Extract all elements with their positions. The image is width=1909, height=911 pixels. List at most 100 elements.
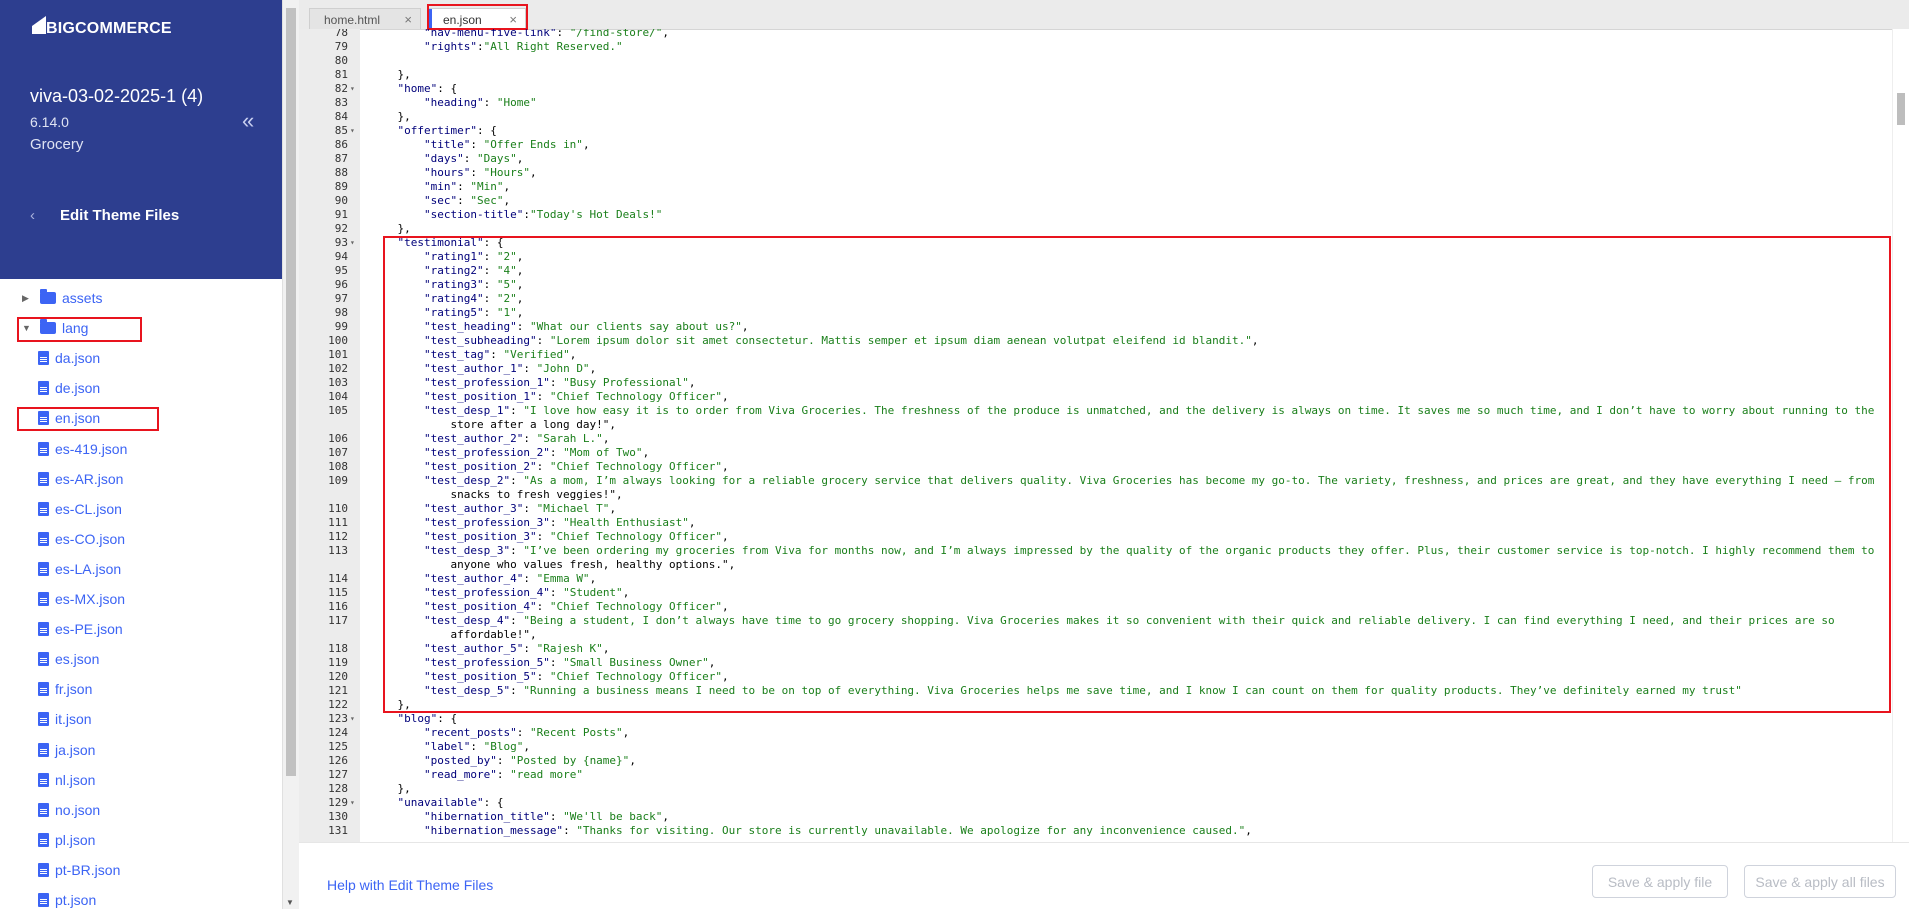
highlight-lang-folder	[17, 317, 142, 342]
caret-right-icon[interactable]: ▶	[22, 293, 29, 304]
line-number: 84	[334, 110, 348, 123]
file-item[interactable]: es-419.json	[38, 438, 127, 460]
file-item[interactable]: es-AR.json	[38, 468, 123, 490]
file-item[interactable]: da.json	[38, 347, 100, 369]
line-number: 128	[328, 782, 348, 795]
tree-item-label: es-LA.json	[55, 560, 122, 577]
scroll-down-icon[interactable]: ▼	[286, 898, 294, 907]
code-text: "offertimer": {	[397, 124, 497, 137]
double-chevron-left-icon[interactable]: «	[242, 108, 254, 134]
line-number: 97	[334, 292, 348, 305]
edit-theme-files-label: Edit Theme Files	[60, 207, 180, 224]
fold-icon[interactable]: ▾	[350, 124, 355, 138]
file-item[interactable]: es-LA.json	[38, 558, 121, 580]
file-item[interactable]: pt.json	[38, 889, 96, 911]
file-icon	[38, 862, 49, 877]
editor-scrollbar[interactable]	[1892, 29, 1909, 842]
line-number: 123	[328, 712, 348, 725]
sidebar-header: BIGCOMMERCE viva-03-02-2025-1 (4) 6.14.0…	[0, 0, 282, 279]
code-line: 84 },	[299, 110, 1893, 124]
fold-icon[interactable]: ▾	[350, 236, 355, 250]
fold-icon[interactable]: ▾	[350, 712, 355, 726]
line-number: 102	[328, 362, 348, 375]
line-number: 108	[328, 460, 348, 473]
code-text: "section-title":"Today's Hot Deals!"	[423, 208, 663, 221]
line-number: 92	[334, 222, 348, 235]
folder-assets[interactable]: ▶ assets	[22, 287, 103, 309]
file-icon	[38, 832, 49, 847]
file-item[interactable]: de.json	[38, 377, 100, 399]
editor-scrollbar-thumb[interactable]	[1897, 93, 1905, 125]
tab-label: home.html	[324, 13, 381, 27]
code-line: 87 "days": "Days",	[299, 152, 1893, 166]
file-item[interactable]: es-PE.json	[38, 618, 123, 640]
code-line: 126 "posted_by": "Posted by {name}",	[299, 754, 1893, 768]
close-icon[interactable]: ×	[404, 12, 412, 27]
help-link[interactable]: Help with Edit Theme Files	[327, 877, 493, 893]
file-item[interactable]: no.json	[38, 799, 100, 821]
line-number: 95	[334, 264, 348, 277]
code-text: "min": "Min",	[423, 180, 511, 193]
sidebar-scrollbar[interactable]: ▼	[282, 0, 299, 909]
line-number: 99	[334, 320, 348, 333]
save-apply-all-files-button[interactable]: Save & apply all files	[1744, 865, 1896, 898]
line-number: 120	[328, 670, 348, 683]
tree-item-label: no.json	[55, 801, 101, 818]
code-text: },	[371, 782, 411, 795]
code-line: 82 ▾ "home": {	[299, 82, 1893, 96]
fold-icon[interactable]: ▾	[350, 82, 355, 96]
file-item[interactable]: es-CO.json	[38, 528, 125, 550]
code-line: 91 "section-title":"Today's Hot Deals!"	[299, 208, 1893, 222]
code-text: "hours": "Hours",	[423, 166, 537, 179]
code-text: "blog": {	[397, 712, 458, 725]
sidebar-scrollbar-thumb[interactable]	[286, 8, 296, 776]
file-icon	[38, 652, 49, 667]
code-text: },	[371, 110, 411, 123]
file-icon	[38, 561, 49, 576]
tree-item-label: assets	[62, 290, 103, 306]
line-number: 110	[328, 502, 348, 515]
line-number: 79	[334, 40, 348, 53]
save-apply-file-button[interactable]: Save & apply file	[1592, 865, 1728, 898]
edit-theme-files-link[interactable]: ‹ Edit Theme Files	[30, 207, 179, 224]
code-line: 131 "hibernation_message": "Thanks for v…	[299, 824, 1893, 838]
line-number: 130	[328, 810, 348, 823]
file-item[interactable]: es-CL.json	[38, 498, 122, 520]
line-number: 101	[328, 348, 348, 361]
file-item[interactable]: fr.json	[38, 678, 92, 700]
tab-home-html[interactable]: home.html ×	[309, 8, 421, 29]
file-item[interactable]: ja.json	[38, 739, 95, 761]
file-item[interactable]: es.json	[38, 648, 99, 670]
code-line: 92 },	[299, 222, 1893, 236]
file-item[interactable]: nl.json	[38, 769, 95, 791]
file-icon	[38, 531, 49, 546]
file-item[interactable]: pt-BR.json	[38, 859, 120, 881]
line-number: 131	[328, 824, 348, 837]
file-item[interactable]: es-MX.json	[38, 588, 125, 610]
code-text: "heading": "Home"	[423, 96, 537, 109]
line-number: 107	[328, 446, 348, 459]
line-number: 116	[328, 600, 348, 613]
file-icon	[38, 682, 49, 697]
line-number: 91	[334, 208, 348, 221]
line-number: 94	[334, 250, 348, 263]
tree-item-label: de.json	[55, 380, 101, 397]
highlight-testimonial-block	[383, 236, 1891, 713]
line-number: 112	[328, 530, 348, 543]
editor-area: home.html × en.json × 78 "nav-menu-five-…	[299, 0, 1909, 910]
code-text: "rights":"All Right Reserved."	[423, 40, 623, 53]
brand-logo: BIGCOMMERCE	[46, 20, 172, 38]
code-text: "days": "Days",	[423, 152, 524, 165]
line-number: 115	[328, 586, 348, 599]
file-item[interactable]: pl.json	[38, 829, 95, 851]
tree-item-label: es-CL.json	[55, 500, 122, 517]
line-number: 105	[328, 404, 348, 417]
code-line: 90 "sec": "Sec",	[299, 194, 1893, 208]
code-text: "recent_posts": "Recent Posts",	[423, 726, 630, 739]
code-line: 88 "hours": "Hours",	[299, 166, 1893, 180]
tree-item-label: es-PE.json	[55, 621, 123, 638]
file-item[interactable]: it.json	[38, 708, 92, 730]
fold-icon[interactable]: ▾	[350, 796, 355, 810]
code-line: 130 "hibernation_title": "We'll be back"…	[299, 810, 1893, 824]
code-line: 83 "heading": "Home"	[299, 96, 1893, 110]
